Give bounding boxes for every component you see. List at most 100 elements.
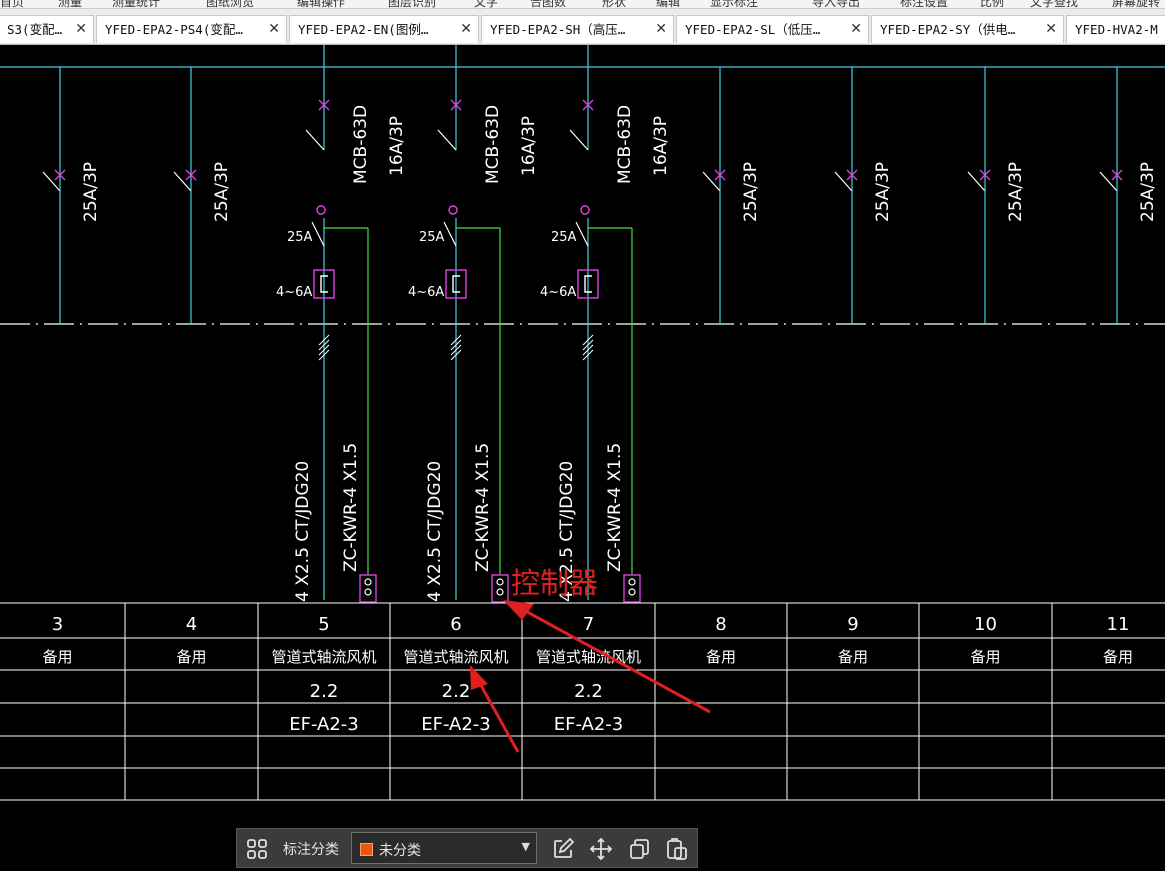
- table-cell-name: 备用: [42, 648, 72, 666]
- control-cable-label: ZC-KWR-4 X1.5: [605, 443, 625, 572]
- table-cell-name: 管道式轴流风机: [403, 648, 508, 666]
- tab-label: YFED-EPA2-SL（低压…: [685, 22, 821, 37]
- table-cell-name: 备用: [706, 648, 736, 666]
- menu-item[interactable]: 文字查找: [1030, 0, 1078, 8]
- document-tab[interactable]: YFED-EPA2-SH（高压… ✕: [481, 15, 674, 43]
- contactor-rating-label: 25A: [551, 230, 577, 245]
- breaker-rating-label: 25A/3P: [741, 162, 761, 222]
- menu-item[interactable]: 标注设置: [900, 0, 948, 8]
- category-select-value: 未分类: [379, 843, 421, 859]
- mcb-rating-label: 16A/3P: [387, 116, 407, 176]
- table-cell-name: 管道式轴流风机: [536, 648, 641, 666]
- breaker-switch-symbol: [834, 171, 853, 192]
- tab-label: YFED-HVA2-M: [1075, 22, 1158, 37]
- contactor-switch-symbol: [575, 221, 589, 247]
- contactor-mark: [448, 205, 458, 215]
- breaker-rating-label: 25A/3P: [81, 162, 101, 222]
- cad-drawing-canvas[interactable]: 25A/3P 25A/3P 25A/3P 25A/3P 25A/3P 25A/3P MCB-…: [0, 45, 1165, 871]
- table-cell-code: EF-A2-3: [289, 714, 359, 735]
- close-icon[interactable]: ✕: [268, 16, 280, 43]
- table-cell-number: 10: [974, 614, 997, 635]
- menu-item[interactable]: 首页: [0, 0, 24, 8]
- document-tab[interactable]: YFED-EPA2-EN(图例… ✕: [289, 15, 479, 43]
- menu-bar: 首页 测量 测量统计 图纸浏览 编辑操作 图层识别 文字 合图数 形状 编辑 显示标注 导入导出 标注设…: [0, 0, 1165, 9]
- thermal-relay-label: 4~6A: [408, 285, 444, 300]
- grid-icon[interactable]: [245, 837, 269, 861]
- menu-item[interactable]: 屏幕旋转: [1112, 0, 1160, 8]
- annotation-category-label: 标注分类: [283, 842, 339, 858]
- table-cell-name: 备用: [1103, 648, 1133, 666]
- breaker-switch-symbol: [173, 171, 192, 192]
- table-cell-name: 备用: [838, 648, 868, 666]
- annotation-label: 控制器: [511, 566, 598, 600]
- menu-item[interactable]: 显示标注: [710, 0, 758, 8]
- annotation-category-select[interactable]: 未分类 ▼: [351, 832, 537, 864]
- document-tab[interactable]: YFED-EPA2-SL（低压… ✕: [676, 15, 869, 43]
- menu-item[interactable]: 图纸浏览: [206, 0, 254, 8]
- contactor-mark: [316, 205, 326, 215]
- tab-label: YFED-EPA2-SY（供电…: [880, 22, 1016, 37]
- chevron-down-icon: ▼: [521, 840, 530, 853]
- table-cell-number: 6: [450, 614, 461, 635]
- control-cable-label: ZC-KWR-4 X1.5: [341, 443, 361, 572]
- mcb-model-label: MCB-63D: [351, 105, 371, 184]
- document-tab[interactable]: YFED-HVA2-M: [1066, 15, 1165, 43]
- table-cell-number: 5: [318, 614, 329, 635]
- close-icon[interactable]: ✕: [1045, 16, 1057, 43]
- tab-label: YFED-EPA2-SH（高压…: [490, 22, 626, 37]
- mcb-model-label: MCB-63D: [615, 105, 635, 184]
- menu-item[interactable]: 形状: [602, 0, 626, 8]
- terminal-circle: [364, 578, 372, 586]
- category-color-swatch: [360, 843, 373, 856]
- table-cell-name: 管道式轴流风机: [271, 648, 376, 666]
- terminal-circle: [364, 588, 372, 596]
- menu-item[interactable]: 编辑操作: [297, 0, 345, 8]
- contactor-switch-symbol: [443, 221, 457, 247]
- menu-item[interactable]: 合图数: [530, 0, 566, 8]
- breaker-rating-label: 25A/3P: [1138, 162, 1158, 222]
- table-cell-name: 备用: [970, 648, 1000, 666]
- terminal-circle: [496, 588, 504, 596]
- table-cell-name: 备用: [176, 648, 206, 666]
- document-tab[interactable]: YFED-EPA2-PS4(变配… ✕: [96, 15, 287, 43]
- menu-item[interactable]: 测量统计: [112, 0, 160, 8]
- power-cable-label: 4 X2.5 CT/JDG20: [293, 461, 313, 602]
- contactor-switch-symbol: [311, 221, 325, 247]
- menu-item[interactable]: 编辑: [656, 0, 680, 8]
- mcb-switch-symbol: [437, 129, 457, 151]
- menu-item[interactable]: 导入导出: [812, 0, 860, 8]
- table-cell-power: 2.2: [574, 681, 603, 702]
- table-cell-number: 8: [715, 614, 726, 635]
- table-cell-number: 4: [186, 614, 197, 635]
- table-cell-number: 11: [1107, 614, 1130, 635]
- mcb-model-label: MCB-63D: [483, 105, 503, 184]
- table-cell-code: EF-A2-3: [421, 714, 491, 735]
- document-tab[interactable]: YFED-EPA2-SY（供电… ✕: [871, 15, 1064, 43]
- close-icon[interactable]: ✕: [850, 16, 862, 43]
- annotation-toolbar: 标注分类 未分类 ▼: [236, 828, 698, 868]
- schematic-drawing: 25A/3P 25A/3P 25A/3P 25A/3P 25A/3P 25A/3P MCB-…: [0, 45, 1165, 801]
- document-tab-bar: S3(变配… ✕ YFED-EPA2-PS4(变配… ✕ YFED-EPA2-EN(图例…: [0, 9, 1165, 45]
- close-icon[interactable]: ✕: [655, 16, 667, 43]
- breaker-switch-symbol: [702, 171, 721, 192]
- mcb-rating-label: 16A/3P: [519, 116, 539, 176]
- menu-item[interactable]: 图层识别: [388, 0, 436, 8]
- table-cell-number: 7: [583, 614, 594, 635]
- close-icon[interactable]: ✕: [460, 16, 472, 43]
- breaker-switch-symbol: [1099, 171, 1118, 192]
- contactor-mark: [580, 205, 590, 215]
- mcb-switch-symbol: [569, 129, 589, 151]
- contactor-rating-label: 25A: [419, 230, 445, 245]
- copy-icon[interactable]: [627, 837, 651, 861]
- close-icon[interactable]: ✕: [75, 16, 87, 43]
- edit-icon[interactable]: [551, 837, 575, 861]
- menu-item[interactable]: 文字: [474, 0, 498, 8]
- annotation-arrowhead: [470, 665, 488, 690]
- thermal-relay-label: 4~6A: [540, 285, 576, 300]
- move-icon[interactable]: [589, 837, 613, 861]
- menu-item[interactable]: 测量: [58, 0, 82, 8]
- document-tab[interactable]: S3(变配… ✕: [0, 15, 94, 43]
- menu-item[interactable]: 比例: [980, 0, 1004, 8]
- tab-label: YFED-EPA2-EN(图例…: [298, 22, 429, 37]
- paste-icon[interactable]: [665, 837, 689, 861]
